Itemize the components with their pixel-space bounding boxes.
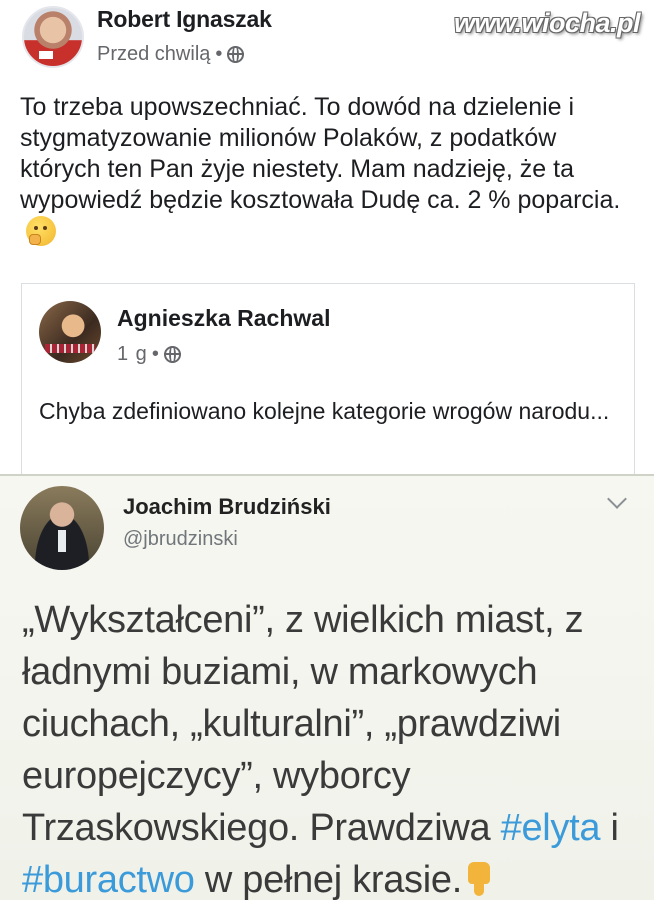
- watermark: www.wiocha.pl: [453, 8, 641, 38]
- post-body: To trzeba upowszechniać. To dowód na dzi…: [20, 92, 640, 248]
- hashtag-link[interactable]: #buractwo: [22, 859, 195, 900]
- author-avatar[interactable]: [22, 6, 84, 68]
- tweet-text-part: w pełnej krasie.: [194, 859, 462, 900]
- hashtag-link[interactable]: #elyta: [501, 807, 601, 849]
- thinking-face-emoji-icon: [26, 216, 56, 246]
- globe-icon: [163, 346, 181, 363]
- tweet-text-part: i: [600, 807, 619, 849]
- shared-post-card[interactable]: Agnieszka Rachwal 1 g • Chyba zdefiniowa…: [21, 283, 635, 483]
- tweet-author-handle[interactable]: @jbrudzinski: [123, 528, 238, 551]
- chevron-down-icon[interactable]: [607, 489, 627, 509]
- thumbs-down-emoji-icon: [464, 862, 494, 898]
- post-meta: Przed chwilą •: [97, 43, 245, 66]
- author-name[interactable]: Robert Ignaszak: [97, 6, 272, 33]
- tweet-text: „Wykształceni”, z wielkich miast, z ładn…: [22, 594, 632, 900]
- post-text: To trzeba upowszechniać. To dowód na dzi…: [20, 93, 621, 214]
- shared-post-text: Chyba zdefiniowano kolejne kategorie wro…: [39, 398, 610, 424]
- shared-author-avatar[interactable]: [39, 301, 101, 363]
- shared-time[interactable]: 1 g: [117, 343, 148, 366]
- meta-separator: •: [215, 43, 223, 65]
- tweet-screenshot: Joachim Brudziński @jbrudzinski „Wykszta…: [0, 474, 654, 900]
- tweet-author-name[interactable]: Joachim Brudziński: [123, 494, 331, 520]
- tweet-author-avatar[interactable]: [20, 486, 104, 570]
- meta-separator: •: [151, 343, 160, 365]
- post-time[interactable]: Przed chwilą: [97, 43, 210, 66]
- tweet-text-part: „Wykształceni”, z wielkich miast, z ładn…: [22, 599, 584, 849]
- shared-author-name[interactable]: Agnieszka Rachwal: [117, 305, 330, 332]
- facebook-post: Robert Ignaszak Przed chwilą • www.wioch…: [0, 0, 654, 483]
- shared-meta: 1 g •: [117, 343, 181, 366]
- globe-icon: [227, 46, 245, 63]
